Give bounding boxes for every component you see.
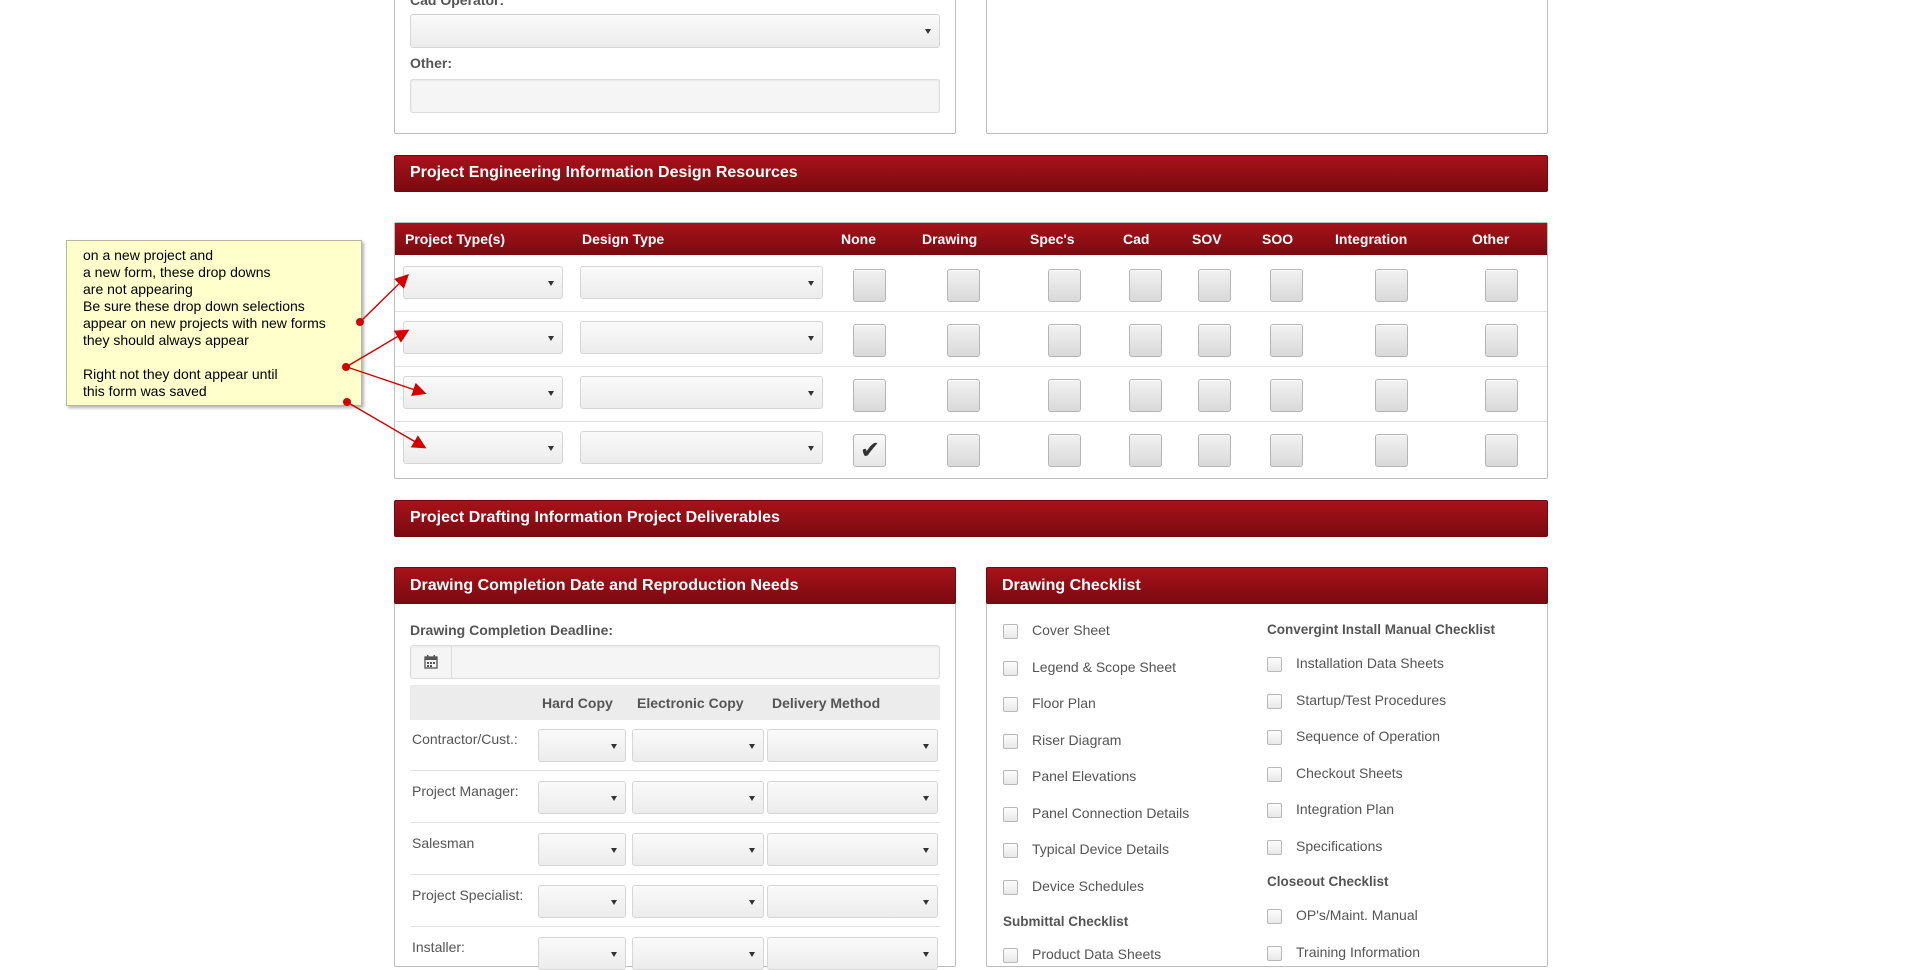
- annotation-dot-2: [342, 363, 350, 371]
- annotation-dot-1: [356, 318, 364, 326]
- annotation-arrow-1: [359, 274, 410, 323]
- annotation-arrow-3: [346, 366, 427, 397]
- chevron-down-icon: [923, 951, 929, 957]
- chevron-down-icon: [749, 951, 755, 957]
- annotation-arrow-2: [345, 329, 410, 368]
- annotation-dot-3: [343, 398, 351, 406]
- chevron-down-icon: [611, 951, 617, 957]
- submittal-item-checkbox[interactable]: [1003, 948, 1018, 963]
- annotation-arrow-4: [346, 401, 427, 449]
- annotation-arrows: [342, 274, 427, 449]
